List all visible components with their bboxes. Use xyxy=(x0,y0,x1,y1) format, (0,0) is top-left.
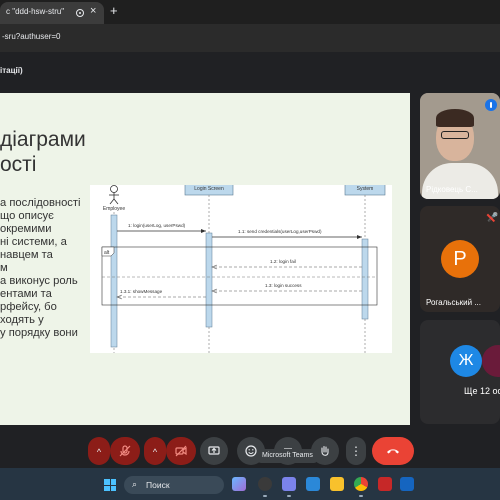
running-indicator xyxy=(359,495,363,497)
taskbar-tooltip: Microsoft Teams xyxy=(258,449,317,463)
recording-icon xyxy=(76,9,84,17)
mic-off-icon xyxy=(119,445,131,457)
participant-glasses xyxy=(441,131,469,139)
participant-hair xyxy=(436,109,474,127)
avatar: Ж xyxy=(450,345,482,377)
more-vert-icon: ⋮ xyxy=(350,444,362,458)
slide-paragraph-line: окремими xyxy=(0,223,52,235)
chevron-up-icon: ^ xyxy=(96,447,102,457)
message-label-1-2: 1.2: login fail xyxy=(270,259,296,264)
lifeline-label-system: System xyxy=(357,186,374,192)
chrome-icon[interactable] xyxy=(258,477,272,491)
avatar-image xyxy=(482,345,500,377)
tab-close-icon[interactable]: × xyxy=(90,5,96,17)
hand-icon xyxy=(321,445,329,456)
presenting-label: ітації) xyxy=(0,66,23,75)
edge-icon[interactable] xyxy=(306,477,320,491)
slide-paragraph-line: рфейсу, бо xyxy=(0,301,57,313)
lifeline-label-login-screen: Login Screen xyxy=(194,186,224,192)
slide-paragraph-line: навцем та xyxy=(0,249,53,261)
slide-paragraph-line: у порядку вони xyxy=(0,327,78,339)
address-bar[interactable]: -sru?authuser=0 xyxy=(0,24,500,52)
alt-fragment xyxy=(101,246,378,306)
leave-call-button[interactable] xyxy=(372,437,414,465)
message-label-1-3: 1.3: login success xyxy=(265,283,302,288)
slide-paragraph-line: що описує xyxy=(0,210,54,222)
present-button[interactable] xyxy=(200,437,228,465)
participant-name: Рідковець С... xyxy=(426,185,478,194)
widgets-icon[interactable] xyxy=(232,477,246,491)
windows-start-icon[interactable] xyxy=(104,479,116,491)
camera-off-icon xyxy=(175,445,187,457)
chevron-up-icon: ^ xyxy=(152,447,158,457)
actor-icon xyxy=(109,185,119,205)
more-options-button[interactable]: ⋮ xyxy=(346,437,366,465)
participant-name: Рогальський ... xyxy=(426,298,481,307)
message-label-1-1: 1.1: send credentials(userLog,userPswd) xyxy=(238,229,322,234)
slide-title-line-1: діаграми xyxy=(0,128,86,151)
message-label-1-3-1: 1.3.1: showMessage xyxy=(120,289,163,294)
slide-paragraph: а послідовності що описує окремими ні си… xyxy=(0,197,88,340)
search-placeholder: Поиск xyxy=(146,480,170,490)
running-indicator xyxy=(287,495,291,497)
mic-toggle-button[interactable] xyxy=(110,437,140,465)
app-icon[interactable] xyxy=(378,477,392,491)
call-controls: ^ ^ ⋮ xyxy=(0,432,500,468)
activation-bar-employee xyxy=(110,214,118,348)
end-call-icon xyxy=(387,449,399,454)
more-participants-label: Ще 12 осі xyxy=(464,386,500,396)
running-indicator xyxy=(263,495,267,497)
sequence-diagram: Employee Login Screen System alt 1: logi… xyxy=(90,185,392,353)
slide-paragraph-line: м xyxy=(0,262,8,274)
slide-paragraph-line: ходять у xyxy=(0,314,44,326)
mic-off-icon: 🎤 xyxy=(487,212,499,222)
url-text: -sru?authuser=0 xyxy=(2,32,61,41)
present-screen-icon xyxy=(208,446,220,455)
teams-icon[interactable] xyxy=(282,477,296,491)
participant-tile[interactable]: Рідковець С... xyxy=(420,93,500,199)
emoji-icon xyxy=(245,445,257,457)
message-arrowhead-1 xyxy=(201,229,206,233)
windows-taskbar: ⌕ Поиск xyxy=(0,468,500,500)
camera-options-button[interactable]: ^ xyxy=(144,437,166,465)
more-participants-tile[interactable]: Ж Ще 12 осі xyxy=(420,320,500,424)
slide-paragraph-line: а послідовності xyxy=(0,197,81,209)
speaking-icon xyxy=(485,99,497,111)
message-arrowhead-1-1 xyxy=(357,235,362,239)
tab-title: c "ddd-hsw-stru" xyxy=(6,7,65,16)
slide-paragraph-line: а виконус роль xyxy=(0,275,78,287)
search-icon: ⌕ xyxy=(132,479,138,489)
browser-tab-strip: c "ddd-hsw-stru" × + xyxy=(0,0,500,24)
alt-label: alt xyxy=(104,250,110,256)
presentation-slide: діаграми ості а послідовності що описує … xyxy=(0,93,410,425)
chrome-browser-icon[interactable] xyxy=(354,477,368,491)
slide-paragraph-line: ні системи, а xyxy=(0,236,67,248)
activation-bar-system xyxy=(361,238,369,320)
avatar: Р xyxy=(441,240,479,278)
slide-title-line-2: ості xyxy=(0,153,37,176)
word-icon[interactable] xyxy=(400,477,414,491)
message-label-1: 1: login(userLog, userPswd) xyxy=(128,223,186,228)
participant-tile[interactable]: 🎤 Р Рогальський ... xyxy=(420,206,500,312)
camera-toggle-button[interactable] xyxy=(166,437,196,465)
new-tab-icon[interactable]: + xyxy=(110,3,118,18)
browser-tab[interactable]: c "ddd-hsw-stru" × xyxy=(0,2,104,24)
mic-options-button[interactable]: ^ xyxy=(88,437,110,465)
lifeline-label-employee: Employee xyxy=(103,206,125,212)
taskbar-search[interactable]: ⌕ Поиск xyxy=(124,476,224,494)
slide-paragraph-line: ентами та xyxy=(0,288,52,300)
file-explorer-icon[interactable] xyxy=(330,477,344,491)
